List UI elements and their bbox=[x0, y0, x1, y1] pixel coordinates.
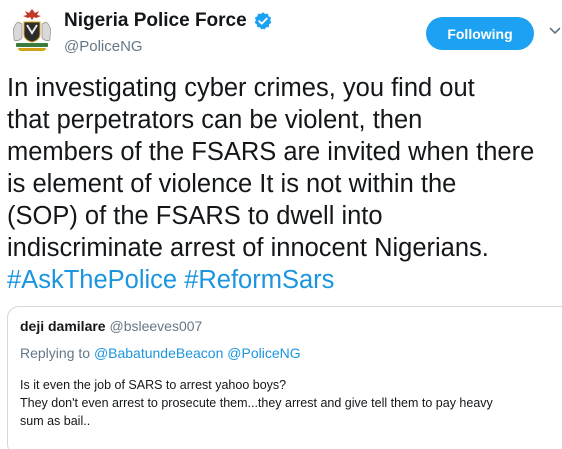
quoted-tweet-header: deji damilare @bsleeves007 bbox=[20, 318, 202, 334]
nigeria-police-crest-icon bbox=[13, 9, 51, 51]
tweet-text: In investigating cyber crimes, you find … bbox=[7, 72, 562, 296]
name-row: Nigeria Police Force bbox=[64, 10, 273, 32]
quoted-author-name: deji damilare bbox=[20, 318, 106, 334]
following-button[interactable]: Following bbox=[426, 17, 534, 50]
tweet-line: is element of violence It is not within … bbox=[7, 170, 457, 198]
quoted-line: sum as bail.. bbox=[20, 414, 91, 428]
quoted-line: They don't even arrest to prosecute them… bbox=[20, 396, 493, 410]
account-handle[interactable]: @PoliceNG bbox=[64, 38, 143, 55]
chevron-down-icon[interactable] bbox=[549, 25, 561, 37]
hashtag-row: #AskThePolice #ReformSars bbox=[7, 264, 562, 296]
tweet-line: indiscriminate arrest of innocent Nigeri… bbox=[7, 234, 489, 262]
tweet-line: that perpetrators can be violent, then bbox=[7, 106, 423, 134]
quoted-line: Is it even the job of SARS to arrest yah… bbox=[20, 378, 287, 392]
display-name[interactable]: Nigeria Police Force bbox=[64, 10, 247, 32]
tweet-line: (SOP) of the FSARS to dwell into bbox=[7, 202, 383, 230]
mention-babatunde-beacon[interactable]: @BabatundeBeacon bbox=[94, 345, 223, 361]
hashtag-ask-the-police[interactable]: #AskThePolice bbox=[7, 266, 177, 294]
replying-to-label: Replying to bbox=[20, 345, 91, 361]
quoted-tweet-body: Is it even the job of SARS to arrest yah… bbox=[20, 376, 560, 430]
verified-badge-icon bbox=[254, 12, 272, 30]
avatar[interactable] bbox=[8, 6, 56, 54]
tweet-line: In investigating cyber crimes, you find … bbox=[7, 74, 475, 102]
replying-to: Replying to @BabatundeBeacon @PoliceNG bbox=[20, 345, 301, 361]
quoted-author-handle: @bsleeves007 bbox=[109, 318, 203, 334]
quoted-tweet[interactable]: deji damilare @bsleeves007 Replying to @… bbox=[7, 306, 562, 449]
tweet-line: members of the FSARS are invited when th… bbox=[7, 138, 535, 166]
hashtag-reform-sars[interactable]: #ReformSars bbox=[184, 266, 334, 294]
mention-police-ng[interactable]: @PoliceNG bbox=[227, 345, 300, 361]
tweet-card: Nigeria Police Force @PoliceNG Following… bbox=[0, 0, 562, 449]
